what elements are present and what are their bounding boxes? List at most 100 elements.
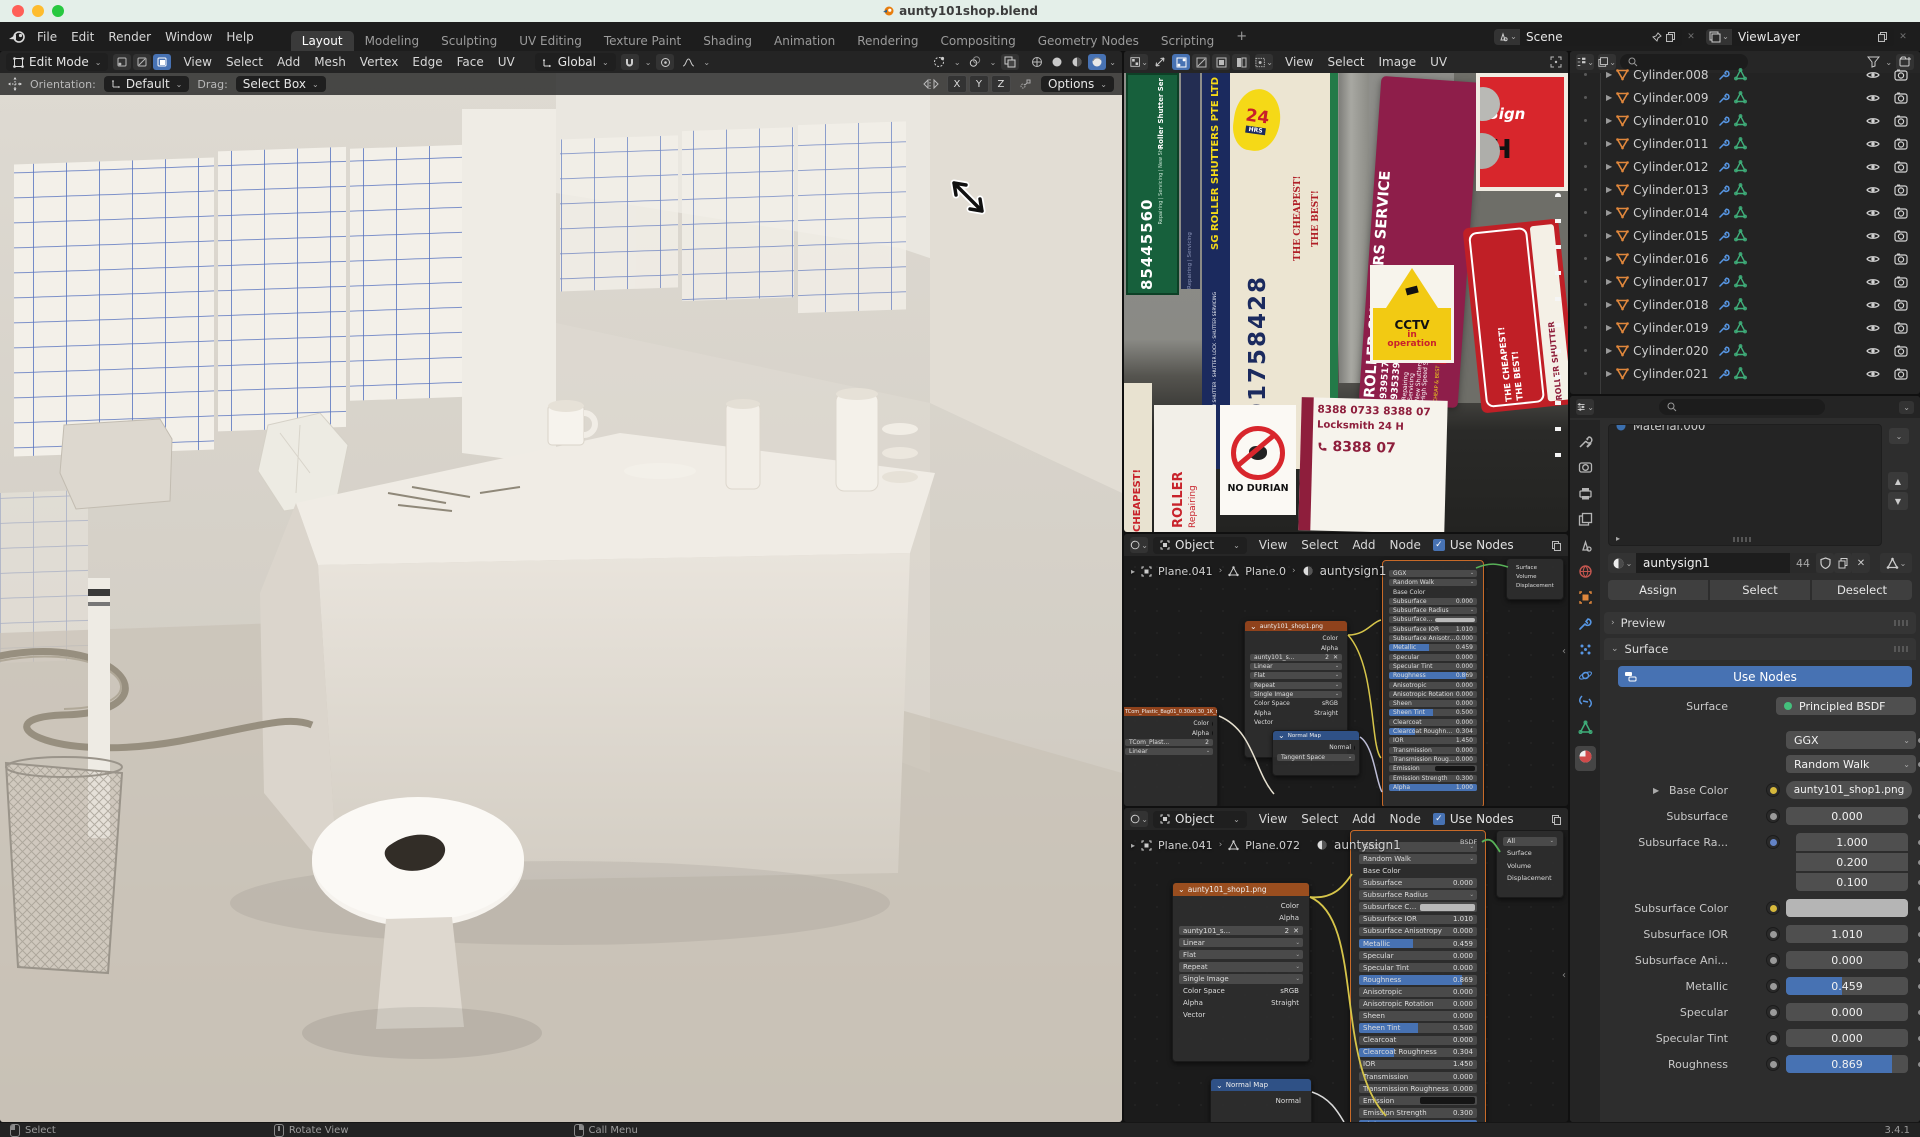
editor-type-image-icon[interactable]: ⌄ [1130,54,1148,70]
shader-menu-item[interactable]: Add [1345,812,1382,826]
workspace-tab[interactable]: Rendering [846,31,929,51]
deselect-button[interactable]: Deselect [1812,580,1912,600]
outliner-row[interactable]: ▶ Cylinder.018 [1570,293,1920,316]
workspace-tab[interactable]: Compositing [929,31,1026,51]
topbar-menu-item[interactable]: Render [101,30,158,44]
outliner-row[interactable]: ▶ Cylinder.010 [1570,109,1920,132]
uv-island-select-icon[interactable] [1232,54,1250,70]
bsdf-input-row[interactable]: Emission Strength 0.300 [1359,1108,1477,1118]
disable-render-camera-icon[interactable] [1894,69,1908,81]
disclosure-icon[interactable]: ▶ [1606,139,1612,148]
material-slot-item[interactable]: Material.000 [1609,424,1881,436]
bsdf-input-row[interactable]: Roughness 0.869 [1389,672,1477,679]
hide-eye-icon[interactable] [1866,276,1880,288]
shader2-canvas[interactable]: ⌄aunty101_shop1.png Color Alpha aunty101… [1124,830,1568,1122]
panel-grip[interactable] [1894,620,1910,626]
face-select-mode-icon[interactable] [153,54,171,70]
outliner-row[interactable]: ▶ Cylinder.012 [1570,155,1920,178]
bsdf-input-row[interactable]: Emission Strength 0.300 [1389,775,1477,782]
shader-menu-item[interactable]: Add [1345,538,1382,552]
hide-eye-icon[interactable] [1866,299,1880,311]
subsurface-slider[interactable]: 0.000 [1786,807,1908,825]
proportional-editing-icon[interactable] [656,54,674,70]
sticky-select-icon[interactable]: ⌄ [1255,54,1273,70]
viewport-menu-item[interactable]: View [176,55,218,69]
material-slot-list[interactable]: Material.000 ▸ [1608,424,1882,546]
outliner-row[interactable]: ▶ Cylinder.008 [1570,63,1920,86]
tab-object-icon[interactable] [1578,590,1593,605]
slot-expand-icon[interactable]: ▸ [1616,534,1620,543]
disclosure-icon[interactable]: ▶ [1606,369,1612,378]
uv-vertex-select-icon[interactable] [1172,54,1190,70]
viewport-menu-item[interactable]: Edge [405,55,449,69]
bsdf-input-row[interactable]: Subsurface Radius [1359,890,1477,900]
bsdf-input-row[interactable]: Clearcoat 0.000 [1389,719,1477,726]
close-icon[interactable]: ✕ [1293,927,1303,935]
vertex-select-mode-icon[interactable] [113,54,131,70]
bsdf-input-row[interactable]: Subsurface Co... [1359,902,1477,912]
scene-name[interactable]: Scene [1526,30,1648,44]
disable-render-camera-icon[interactable] [1894,253,1908,265]
base-color-image-field[interactable]: aunty101_shop1.png [1786,781,1912,799]
sidebar-collapse-icon[interactable]: ‹ [1562,970,1566,981]
bsdf-input-row[interactable]: Transmission 0.000 [1359,1072,1477,1082]
workspace-tab[interactable]: Geometry Nodes [1027,31,1150,51]
bsdf-input-row[interactable]: Clearcoat Roughness 0.304 [1359,1048,1477,1058]
bsdf-input-row[interactable]: Metallic 0.459 [1359,939,1477,949]
disclosure-icon[interactable]: ▶ [1606,208,1612,217]
hide-eye-icon[interactable] [1866,322,1880,334]
snap-icon[interactable] [621,54,639,70]
disable-render-camera-icon[interactable] [1894,92,1908,104]
outliner-row[interactable]: ▶ Cylinder.014 [1570,201,1920,224]
viewport-menu-item[interactable]: Vertex [353,55,406,69]
options-dropdown[interactable]: Options⌄ [1041,76,1114,92]
expand-icon[interactable]: ▸ [1131,567,1135,576]
bsdf-input-row[interactable]: Transmission 0.000 [1389,747,1477,754]
outliner-row[interactable]: ▶ Cylinder.013 [1570,178,1920,201]
bsdf-input-row[interactable]: Sheen 0.000 [1359,1011,1477,1021]
pin-icon[interactable] [1551,814,1562,825]
hide-eye-icon[interactable] [1866,92,1880,104]
bsdf-input-row[interactable]: Metallic 0.459 [1389,644,1477,651]
render-region-icon[interactable] [1550,56,1562,68]
material-preview-shading-icon[interactable] [1068,54,1086,70]
slot-move-down-button[interactable]: ▼ [1888,492,1908,510]
disable-render-camera-icon[interactable] [1894,115,1908,127]
resize-grip[interactable] [1733,537,1753,542]
surface-panel-header[interactable]: ⌄ Surface [1604,638,1916,660]
bsdf-input-row[interactable]: Anisotropic 0.000 [1359,987,1477,997]
shader-menu-item[interactable]: Node [1383,812,1428,826]
material-users-count[interactable]: 44 [1790,553,1816,573]
shader-menu-item[interactable]: Select [1294,538,1345,552]
viewport-menu-item[interactable]: Select [219,55,270,69]
topbar-menu-item[interactable]: File [30,30,64,44]
edge-select-mode-icon[interactable] [133,54,151,70]
tab-tool-icon[interactable] [1578,434,1593,449]
select-button[interactable]: Select [1710,580,1810,600]
specular-tint-slider[interactable]: 0.000 [1786,1029,1908,1047]
bsdf-input-row[interactable]: Sheen 0.000 [1389,700,1477,707]
hide-eye-icon[interactable] [1866,207,1880,219]
topbar-menu-item[interactable]: Edit [64,30,101,44]
disclosure-icon[interactable]: ▶ [1606,346,1612,355]
editor-type-shader-icon[interactable]: ⌄ [1130,537,1148,553]
bsdf-input-row[interactable]: Anisotropic Rotation 0.000 [1359,999,1477,1009]
expand-icon[interactable]: ▸ [1131,841,1135,850]
disclosure-icon[interactable]: ▶ [1606,116,1612,125]
bsdf-input-row[interactable]: Base Color [1359,866,1477,876]
bsdf-input-row[interactable]: Clearcoat 0.000 [1359,1036,1477,1046]
bsdf-input-row[interactable]: Subsurface IOR 1.010 [1389,626,1477,633]
disclosure-icon[interactable]: ▶ [1606,277,1612,286]
viewport-menu-item[interactable]: UV [491,55,522,69]
bsdf-input-row[interactable]: Specular 0.000 [1389,654,1477,661]
disclosure-icon[interactable]: ▶ [1606,323,1612,332]
workspace-tab[interactable]: Shading [692,31,763,51]
shader2-type-dropdown[interactable]: Object⌄ [1153,811,1247,828]
solid-shading-icon[interactable] [1048,54,1066,70]
normal-map-node[interactable]: ⌄Normal Map Normal Tangent Space [1272,730,1360,776]
copy-material-icon[interactable] [1834,553,1852,573]
surface-shader-field[interactable]: Principled BSDF [1776,697,1916,715]
rendered-shading-icon[interactable] [1088,54,1106,70]
outliner-row[interactable]: ▶ Cylinder.017 [1570,270,1920,293]
bsdf-input-row[interactable]: Transmission Roughness 0.000 [1359,1084,1477,1094]
